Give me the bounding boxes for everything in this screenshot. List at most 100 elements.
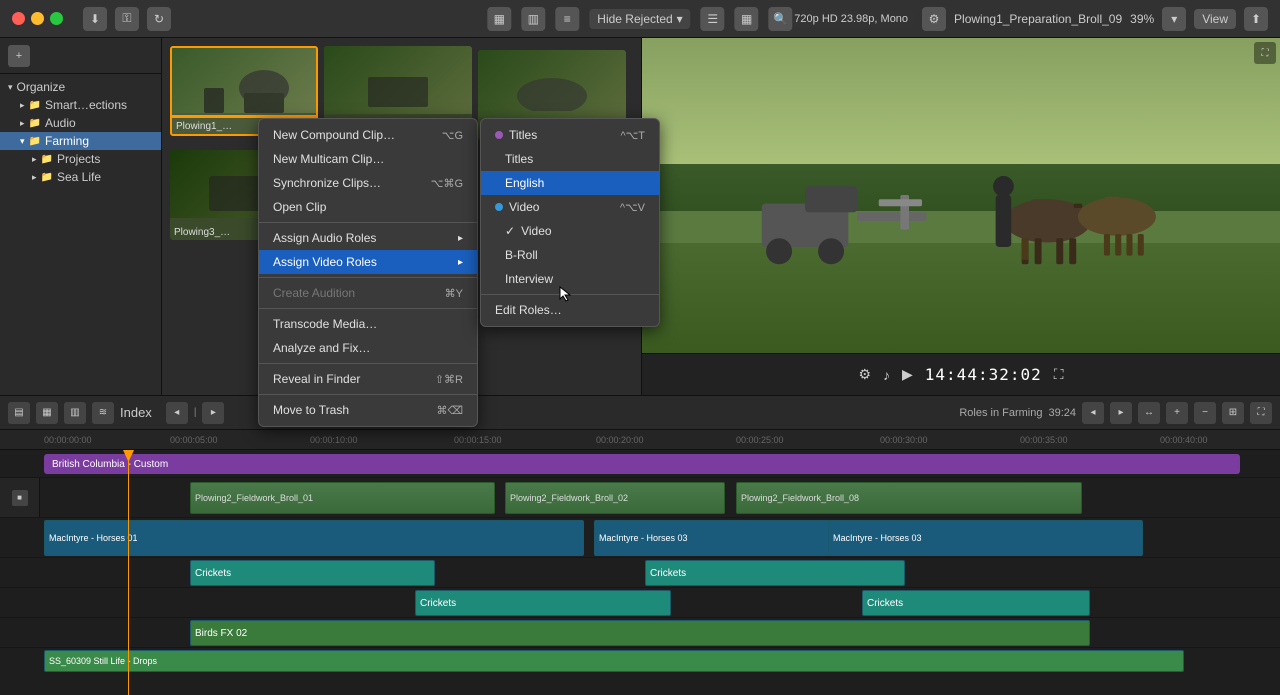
zoom-out-icon[interactable]: −: [1194, 402, 1216, 424]
video-clip-3[interactable]: Plowing2_Fieldwork_Broll_08: [736, 482, 1082, 514]
ctx-divider-4: [259, 363, 477, 364]
sidebar-item-audio[interactable]: ▸ 📁 Audio: [0, 114, 161, 132]
skimmer-button[interactable]: ▥: [64, 402, 86, 424]
sub-titles-header[interactable]: Titles ^⌥T: [481, 123, 659, 147]
sub-video-checked[interactable]: ✓ Video: [481, 219, 659, 243]
ctx-synchronize-clips[interactable]: Synchronize Clips… ⌥⌘G: [259, 171, 477, 195]
timeline-roles-info: Roles in Farming 39:24 ◂ ▸ ↔ + − ⊞ ⛶: [959, 402, 1272, 424]
title-bar: ⬇ ⚿ ↻ ▦ ▥ ≡ Hide Rejected ▾ ☰ ▦ 🔍 720p H…: [0, 0, 1280, 38]
viewer-panel: ⛶ ⚙ ♪ ▶ 14:44:32:02 ⛶: [642, 38, 1280, 395]
zoom-fit-icon[interactable]: ↔: [1138, 402, 1160, 424]
sidebar-item-farming[interactable]: ▾ 📁 Farming: [0, 132, 161, 150]
ctx-reveal-in-finder[interactable]: Reveal in Finder ⇧⌘R: [259, 367, 477, 391]
roles-label: Roles in Farming: [959, 407, 1042, 419]
nav-forward-button[interactable]: ▸: [202, 402, 224, 424]
ctx-divider-2: [259, 277, 477, 278]
timeline-icon[interactable]: ≡: [555, 7, 579, 31]
crickets-clip-4[interactable]: Crickets: [862, 590, 1090, 616]
sub-interview[interactable]: Interview: [481, 267, 659, 291]
expand-viewer-icon[interactable]: ⛶: [1054, 366, 1064, 383]
sidebar-item-smart-collections[interactable]: ▸ 📁 Smart…ections: [0, 96, 161, 114]
sub-edit-roles[interactable]: Edit Roles…: [481, 298, 659, 322]
roles-nav-back-icon[interactable]: ◂: [1082, 402, 1104, 424]
nav-indicator: |: [194, 407, 197, 418]
track-row-crickets-2: Crickets Crickets: [0, 588, 1280, 618]
ctx-move-to-trash[interactable]: Move to Trash ⌘⌫: [259, 398, 477, 422]
sidebar: + ▾ Organize ▸ 📁 Smart…ections ▸ 📁 Audio…: [0, 38, 162, 395]
roles-nav-forward-icon[interactable]: ▸: [1110, 402, 1132, 424]
track-row-crickets-1: Crickets Crickets: [0, 558, 1280, 588]
sub-video-header[interactable]: Video ^⌥V: [481, 195, 659, 219]
submenu-video-roles: Titles ^⌥T Titles English Video ^⌥V ✓ Vi…: [480, 118, 660, 327]
clip-appearance-button[interactable]: ▤: [8, 402, 30, 424]
hide-rejected-button[interactable]: Hide Rejected ▾: [589, 9, 690, 29]
download-icon[interactable]: ⬇: [83, 7, 107, 31]
key-icon[interactable]: ⚿: [115, 7, 139, 31]
clip-name: Plowing1_Preparation_Broll_09: [954, 12, 1122, 26]
sync-icon[interactable]: ↻: [147, 7, 171, 31]
sidebar-item-organize[interactable]: ▾ Organize: [0, 78, 161, 96]
nav-back-button[interactable]: ◂: [166, 402, 188, 424]
viewer-controls: ⚙ ♪ ▶ 14:44:32:02 ⛶: [642, 353, 1280, 395]
view-button[interactable]: View: [1194, 9, 1236, 29]
maximize-button[interactable]: [50, 12, 63, 25]
viewer-overlay-controls: ⛶: [1254, 42, 1276, 64]
horses-clip-1[interactable]: MacIntyre - Horses 01: [44, 520, 584, 556]
crickets-clip-2[interactable]: Crickets: [645, 560, 905, 586]
sub-b-roll[interactable]: B-Roll: [481, 243, 659, 267]
search-icon[interactable]: 🔍: [769, 7, 793, 31]
timeline-header: ▤ ▦ ▥ ≋ Index ◂ | ▸ Roles in Farming 39:…: [0, 396, 1280, 430]
share-icon[interactable]: ⬆: [1244, 7, 1268, 31]
bc-clip[interactable]: British Columbia - Custom: [44, 454, 1240, 474]
play-button[interactable]: ▶: [902, 366, 913, 383]
index-label[interactable]: Index: [120, 405, 152, 420]
timeline-ruler: 00:00:00:00 00:00:05:00 00:00:10:00 00:0…: [0, 430, 1280, 450]
audio-icon[interactable]: ♪: [883, 367, 890, 383]
timeline-view-button[interactable]: ▦: [36, 402, 58, 424]
crickets-clip-3[interactable]: Crickets: [415, 590, 671, 616]
ctx-assign-audio-roles[interactable]: Assign Audio Roles ▸: [259, 226, 477, 250]
mute-icon[interactable]: ■: [12, 490, 28, 506]
inspector-icon[interactable]: ▥: [521, 7, 545, 31]
timeline-area: ▤ ▦ ▥ ≋ Index ◂ | ▸ Roles in Farming 39:…: [0, 395, 1280, 695]
zoom-level: 39%: [1130, 12, 1154, 26]
title-icons: ⬇ ⚿ ↻: [83, 7, 171, 31]
ctx-assign-video-roles[interactable]: Assign Video Roles ▸: [259, 250, 477, 274]
expand-icon[interactable]: ⛶: [1250, 402, 1272, 424]
list-view-icon[interactable]: ☰: [701, 7, 725, 31]
close-button[interactable]: [12, 12, 25, 25]
sidebar-item-projects[interactable]: ▸ 📁 Projects: [0, 150, 161, 168]
ctx-open-clip[interactable]: Open Clip: [259, 195, 477, 219]
ctx-new-compound-clip[interactable]: New Compound Clip… ⌥G: [259, 123, 477, 147]
zoom-dropdown-icon[interactable]: ▾: [1162, 7, 1186, 31]
browser-icon[interactable]: ▦: [487, 7, 511, 31]
fullscreen-icon[interactable]: ⛶: [1254, 42, 1276, 64]
sub-divider: [481, 294, 659, 295]
ctx-new-multicam-clip[interactable]: New Multicam Clip…: [259, 147, 477, 171]
resolution-badge: 720p HD 23.98p, Mono: [788, 11, 914, 27]
timeline-options-icon[interactable]: ⊞: [1222, 402, 1244, 424]
zoom-in-icon[interactable]: +: [1166, 402, 1188, 424]
track-row-bc: British Columbia - Custom: [0, 450, 1280, 478]
timeline-tracks: British Columbia - Custom ■ Plowing2_Fie…: [0, 450, 1280, 695]
horses-clip-3[interactable]: MacIntyre - Horses 03: [828, 520, 1143, 556]
birds-clip[interactable]: Birds FX 02: [190, 620, 1090, 646]
crickets-clip-1[interactable]: Crickets: [190, 560, 435, 586]
add-library-button[interactable]: +: [8, 45, 30, 67]
ctx-analyze-and-fix[interactable]: Analyze and Fix…: [259, 336, 477, 360]
video-clip-1[interactable]: Plowing2_Fieldwork_Broll_01: [190, 482, 495, 514]
sidebar-item-sea-life[interactable]: ▸ 📁 Sea Life: [0, 168, 161, 186]
hide-rejected-label: Hide Rejected: [597, 12, 672, 26]
viewer-settings-icon[interactable]: ⚙: [858, 366, 871, 383]
settings-icon[interactable]: ⚙: [922, 7, 946, 31]
grid-view-icon[interactable]: ▦: [735, 7, 759, 31]
audio-waveform-button[interactable]: ≋: [92, 402, 114, 424]
horses-clip-2[interactable]: MacIntyre - Horses 03: [594, 520, 831, 556]
minimize-button[interactable]: [31, 12, 44, 25]
sub-titles-sub[interactable]: Titles: [481, 147, 659, 171]
drops-clip[interactable]: SS_60309 Still Life - Drops: [44, 650, 1184, 672]
sub-english[interactable]: English: [481, 171, 659, 195]
ctx-divider-5: [259, 394, 477, 395]
video-clip-2[interactable]: Plowing2_Fieldwork_Broll_02: [505, 482, 725, 514]
ctx-transcode-media[interactable]: Transcode Media…: [259, 312, 477, 336]
